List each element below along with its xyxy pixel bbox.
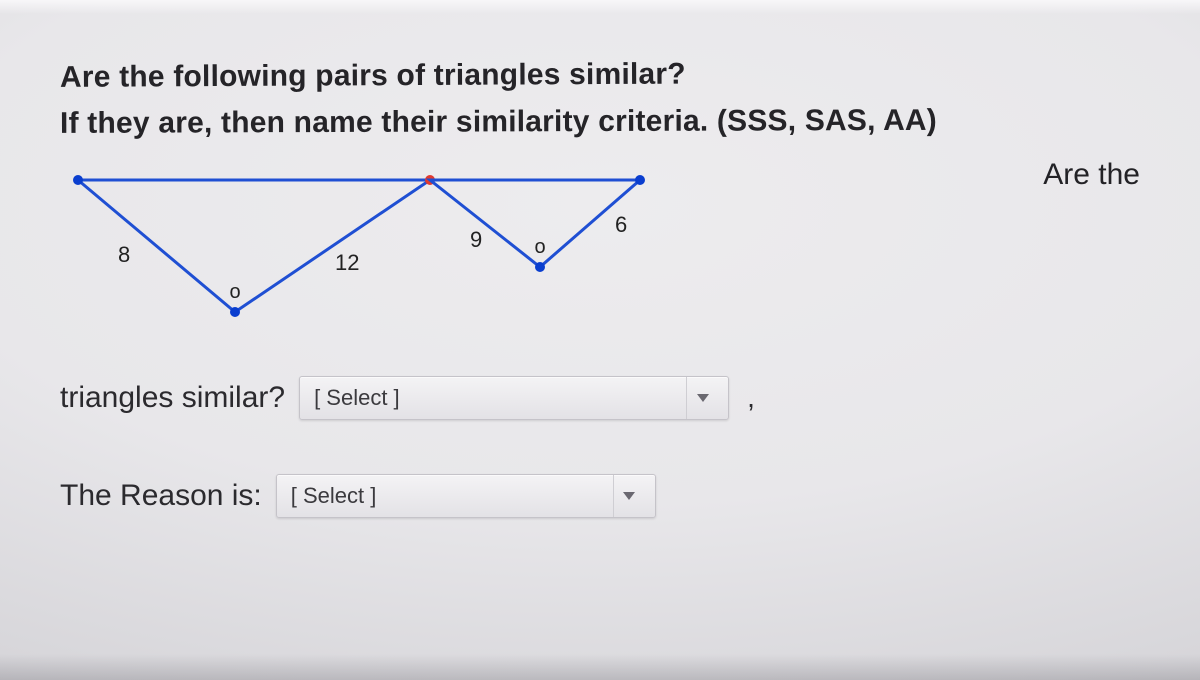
chevron-down-icon xyxy=(686,377,718,419)
similar-row: triangles similar? [ Select ] , xyxy=(60,376,1145,420)
t2-angle-marker: o xyxy=(534,236,545,258)
t1-side-left-label: 8 xyxy=(118,242,130,267)
chevron-down-icon xyxy=(613,475,645,517)
t2-side-right-label: 6 xyxy=(615,212,627,237)
trailing-comma: , xyxy=(747,382,755,414)
t1-angle-marker: o xyxy=(229,281,240,303)
triangles-figure: 8 12 o 9 6 o xyxy=(60,162,680,352)
question-line-2: If they are, then name their similarity … xyxy=(60,100,1145,144)
vignette-top xyxy=(0,0,1200,14)
reason-select[interactable]: [ Select ] xyxy=(276,474,656,518)
reason-select-value: [ Select ] xyxy=(291,483,377,509)
question-wrap-fragment: Are the xyxy=(1043,158,1140,192)
vignette-bottom xyxy=(0,654,1200,680)
reason-label: The Reason is: xyxy=(60,479,262,513)
similar-select[interactable]: [ Select ] xyxy=(299,376,729,420)
similar-label: triangles similar? xyxy=(60,381,285,415)
question-line-1: Are the following pairs of triangles sim… xyxy=(60,52,1145,98)
similar-select-value: [ Select ] xyxy=(314,385,400,411)
reason-row: The Reason is: [ Select ] xyxy=(60,474,1145,518)
t1-side-right-label: 12 xyxy=(335,250,359,275)
t2-side-left-label: 9 xyxy=(470,227,482,252)
